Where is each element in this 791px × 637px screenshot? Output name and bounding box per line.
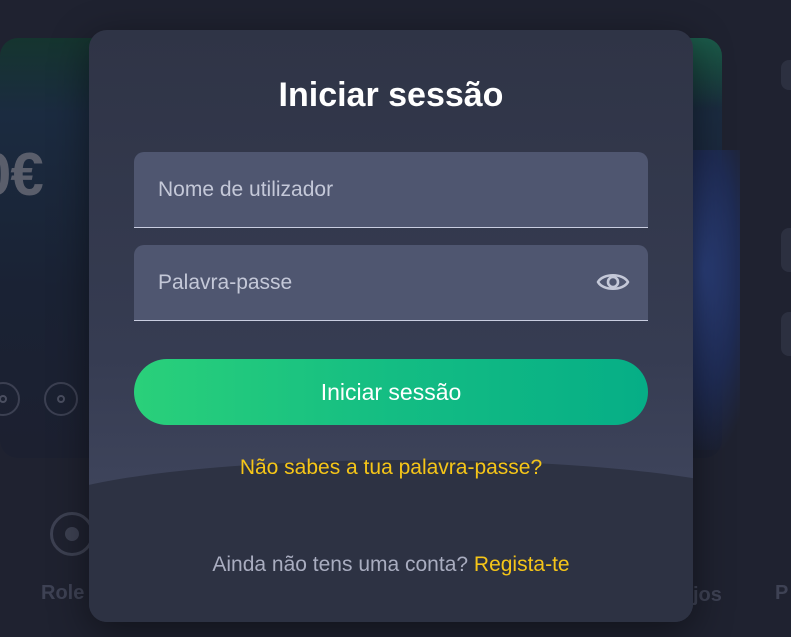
modal-footer-background <box>89 460 693 622</box>
signup-prompt: Ainda não tens uma conta? <box>212 553 469 576</box>
signup-row: Ainda não tens uma conta? Regista-te <box>89 553 693 577</box>
side-card <box>781 228 791 272</box>
category-label-roulette: Role <box>41 582 85 604</box>
eye-icon[interactable] <box>596 267 630 297</box>
promo-amount: 0€ <box>0 141 44 208</box>
forgot-password-link[interactable]: Não sabes a tua palavra-passe? <box>89 456 693 480</box>
modal-title: Iniciar sessão <box>278 76 504 114</box>
carousel-dot <box>44 382 78 416</box>
signup-link[interactable]: Regista-te <box>474 553 570 576</box>
login-modal: Iniciar sessão Iniciar sessão Não sabes … <box>89 30 693 622</box>
category-label-games: jos <box>693 584 722 606</box>
password-input[interactable] <box>134 245 648 320</box>
username-input[interactable] <box>134 152 648 227</box>
roulette-icon <box>50 512 94 556</box>
password-field <box>134 245 648 321</box>
login-button[interactable]: Iniciar sessão <box>134 359 648 425</box>
username-field <box>134 152 648 228</box>
side-card <box>781 312 791 356</box>
category-label-right: P <box>775 582 789 604</box>
side-card <box>781 60 791 90</box>
